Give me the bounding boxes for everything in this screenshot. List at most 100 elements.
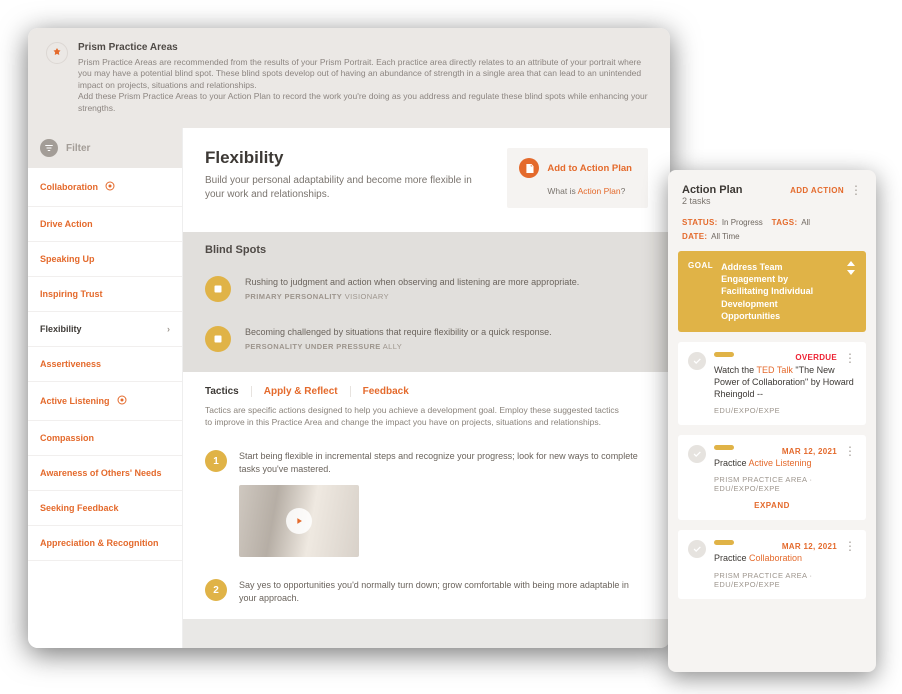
- task-card[interactable]: MAR 12, 2021 ⋮ Practice Active Listening…: [678, 435, 866, 520]
- expand-button[interactable]: EXPAND: [688, 493, 856, 510]
- target-icon: [104, 180, 116, 194]
- sidebar-item-inspiring-trust[interactable]: Inspiring Trust: [28, 277, 182, 312]
- add-icon: [519, 158, 539, 178]
- task-card[interactable]: MAR 12, 2021 ⋮ Practice Collaboration PR…: [678, 530, 866, 598]
- task-check[interactable]: [688, 540, 706, 558]
- page-description: Build your personal adaptability and bec…: [205, 174, 485, 202]
- sidebar-item-active-listening[interactable]: Active Listening: [28, 382, 182, 421]
- sidebar-item-label: Speaking Up: [40, 254, 95, 264]
- task-card[interactable]: OVERDUE ⋮ Watch the TED Talk "The New Po…: [678, 342, 866, 425]
- sidebar-item-collaboration[interactable]: Collaboration: [28, 168, 182, 207]
- task-pill: [714, 352, 734, 357]
- goal-card[interactable]: GOAL Address Team Engagement by Facilita…: [678, 251, 866, 332]
- sidebar-item-label: Appreciation & Recognition: [40, 538, 159, 548]
- task-pill: [714, 445, 734, 450]
- add-plan-label: Add to Action Plan: [547, 163, 632, 174]
- sidebar-item-label: Assertiveness: [40, 359, 101, 369]
- tactic-item: 1 Start being flexible in incremental st…: [183, 442, 670, 571]
- tab-tactics[interactable]: Tactics: [205, 386, 252, 397]
- content-area: Filter Collaboration Drive Action Speaki…: [28, 128, 670, 648]
- tags-value[interactable]: All: [801, 218, 810, 227]
- tab-feedback[interactable]: Feedback: [363, 386, 421, 397]
- task-meta: PRISM PRACTICE AREA · EDU/EXPO/EXPE: [714, 475, 856, 493]
- task-check[interactable]: [688, 445, 706, 463]
- sidebar-item-label: Drive Action: [40, 219, 93, 229]
- blind-spot-body: Rushing to judgment and action when obse…: [245, 276, 579, 301]
- filter-button[interactable]: Filter: [28, 128, 182, 168]
- mobile-action-plan-panel: Action Plan 2 tasks ADD ACTION ⋮ STATUS:…: [668, 170, 876, 672]
- task-title: Practice Active Listening: [714, 457, 856, 469]
- sidebar-item-flexibility[interactable]: Flexibility ›: [28, 312, 182, 347]
- info-banner: Prism Practice Areas Prism Practice Area…: [28, 28, 670, 128]
- blind-spot-meta: PRIMARY PERSONALITY VISIONARY: [245, 292, 579, 301]
- tactic-text: Start being flexible in incremental step…: [239, 450, 648, 475]
- more-icon[interactable]: ⋮: [840, 540, 856, 552]
- tags-label: TAGS:: [772, 218, 800, 227]
- desktop-window: Prism Practice Areas Prism Practice Area…: [28, 28, 670, 648]
- tactic-number: 1: [205, 450, 227, 472]
- chevron-right-icon: ›: [167, 324, 170, 334]
- sidebar-item-compassion[interactable]: Compassion: [28, 421, 182, 456]
- add-action-button[interactable]: ADD ACTION: [790, 186, 844, 195]
- play-icon: [286, 508, 312, 534]
- more-icon[interactable]: ⋮: [846, 184, 862, 196]
- blind-spot-body: Becoming challenged by situations that r…: [245, 326, 552, 351]
- sidebar-item-label: Awareness of Others' Needs: [40, 468, 162, 478]
- sidebar-item-seeking-feedback[interactable]: Seeking Feedback: [28, 491, 182, 526]
- task-date: OVERDUE: [795, 353, 837, 362]
- sidebar-item-label: Inspiring Trust: [40, 289, 103, 299]
- video-thumbnail[interactable]: [239, 485, 359, 557]
- sidebar-item-awareness[interactable]: Awareness of Others' Needs: [28, 456, 182, 491]
- blind-spot-meta: PERSONALITY UNDER PRESSURE ALLY: [245, 342, 552, 351]
- blind-spot-icon: [205, 326, 231, 352]
- page-title: Flexibility: [205, 148, 485, 168]
- tactic-number: 2: [205, 579, 227, 601]
- sidebar-item-speaking-up[interactable]: Speaking Up: [28, 242, 182, 277]
- task-count: 2 tasks: [682, 196, 743, 206]
- blind-spot-text: Rushing to judgment and action when obse…: [245, 276, 579, 288]
- banner-title: Prism Practice Areas: [78, 42, 652, 53]
- action-plan-filters: STATUS: In Progress TAGS: All DATE: All …: [678, 216, 866, 251]
- action-plan-box: Add to Action Plan What is Action Plan?: [507, 148, 648, 208]
- filter-icon: [40, 139, 58, 157]
- blind-spot-icon: [205, 276, 231, 302]
- whatis-link[interactable]: What is Action Plan?: [519, 186, 632, 196]
- date-value[interactable]: All Time: [711, 232, 739, 241]
- status-value[interactable]: In Progress: [722, 218, 763, 227]
- goal-label: GOAL: [688, 261, 713, 272]
- sidebar: Filter Collaboration Drive Action Speaki…: [28, 128, 183, 648]
- task-pill: [714, 540, 734, 545]
- blind-spot-text: Becoming challenged by situations that r…: [245, 326, 552, 338]
- mobile-header-actions: ADD ACTION ⋮: [790, 184, 862, 196]
- tactic-item: 2 Say yes to opportunities you'd normall…: [183, 571, 670, 618]
- sidebar-item-drive-action[interactable]: Drive Action: [28, 207, 182, 242]
- mobile-title-block: Action Plan 2 tasks: [682, 184, 743, 206]
- status-label: STATUS:: [682, 218, 720, 227]
- tactic-body: Say yes to opportunities you'd normally …: [239, 579, 648, 604]
- sort-icon[interactable]: [846, 261, 856, 278]
- hero-text: Flexibility Build your personal adaptabi…: [205, 148, 485, 202]
- more-icon[interactable]: ⋮: [840, 445, 856, 457]
- more-icon[interactable]: ⋮: [840, 352, 856, 364]
- main-panel: Flexibility Build your personal adaptabi…: [183, 128, 670, 648]
- blind-spots-list: Rushing to judgment and action when obse…: [183, 266, 670, 372]
- task-title: Watch the TED Talk "The New Power of Col…: [714, 364, 856, 400]
- tab-apply-reflect[interactable]: Apply & Reflect: [264, 386, 351, 397]
- sidebar-item-label: Collaboration: [40, 182, 98, 192]
- task-date: MAR 12, 2021: [782, 542, 837, 551]
- hero: Flexibility Build your personal adaptabi…: [183, 128, 670, 232]
- sidebar-item-label: Flexibility: [40, 324, 82, 334]
- blind-spot-item: Rushing to judgment and action when obse…: [183, 266, 670, 316]
- sidebar-item-appreciation[interactable]: Appreciation & Recognition: [28, 526, 182, 561]
- blind-spot-item: Becoming challenged by situations that r…: [183, 316, 670, 366]
- task-meta: EDU/EXPO/EXPE: [714, 406, 856, 415]
- prism-icon: [46, 42, 68, 64]
- sidebar-item-assertiveness[interactable]: Assertiveness: [28, 347, 182, 382]
- tabs-section: Tactics Apply & Reflect Feedback Tactics…: [183, 372, 670, 442]
- add-to-action-plan-button[interactable]: Add to Action Plan: [519, 158, 632, 178]
- tactics-description: Tactics are specific actions designed to…: [205, 397, 625, 442]
- task-date: MAR 12, 2021: [782, 447, 837, 456]
- task-check[interactable]: [688, 352, 706, 370]
- sidebar-item-label: Active Listening: [40, 396, 110, 406]
- task-title: Practice Collaboration: [714, 552, 856, 564]
